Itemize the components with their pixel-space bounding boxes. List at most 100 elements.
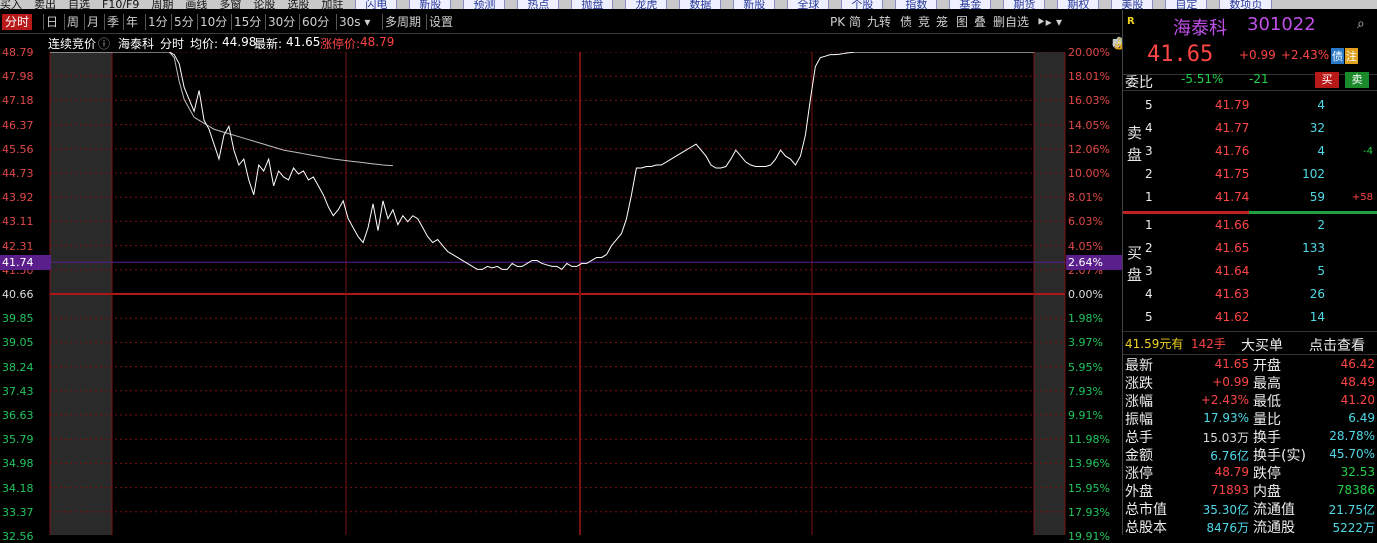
- sell-button[interactable]: 卖: [1345, 72, 1369, 88]
- top-menu-button[interactable]: 热点: [517, 0, 560, 9]
- period-tab[interactable]: 多周期: [385, 14, 421, 30]
- chart-option-button[interactable]: 图: [956, 14, 968, 30]
- period-tab[interactable]: 设置: [429, 14, 453, 30]
- big-order-row[interactable]: 41.59元有 142手 大买单 点击查看: [1123, 333, 1377, 355]
- chart-option-button[interactable]: 叠: [974, 14, 986, 30]
- chart-option-button[interactable]: PK: [830, 14, 845, 30]
- tab-separator: [64, 14, 65, 30]
- ask-level[interactable]: 3 41.76 4 -4: [1123, 142, 1377, 162]
- search-icon[interactable]: ⌕: [1357, 16, 1365, 32]
- bid-level[interactable]: 4 41.63 26: [1123, 285, 1377, 305]
- top-menu-item[interactable]: 多窗: [219, 0, 241, 9]
- top-menu-button[interactable]: 龙虎: [625, 0, 668, 9]
- info-icon[interactable]: ⓘ: [98, 35, 110, 52]
- top-menu-button[interactable]: 新股: [409, 0, 452, 9]
- period-tab[interactable]: 日: [46, 14, 58, 30]
- bid-level[interactable]: 5 41.62 14: [1123, 308, 1377, 328]
- top-menu-item[interactable]: 论股: [253, 0, 275, 9]
- latest-value: 41.65: [286, 35, 321, 49]
- ask-price: 41.77: [1215, 121, 1250, 135]
- top-menu-button[interactable]: 期权: [1057, 0, 1100, 9]
- chart-option-button[interactable]: 删自选: [993, 14, 1029, 30]
- big-order-link[interactable]: 点击查看: [1309, 335, 1365, 355]
- period-tab[interactable]: 15分: [234, 14, 261, 30]
- quote-panel: R 海泰科 301022 ⌕ 41.65 +0.99 +2.43% 债 注 委比…: [1122, 10, 1377, 536]
- bid-price: 41.66: [1215, 218, 1250, 232]
- bid-level[interactable]: 1 41.66 2: [1123, 216, 1377, 236]
- intraday-chart[interactable]: [0, 52, 1120, 535]
- ask-level[interactable]: 5 41.79 4: [1123, 96, 1377, 116]
- pct-tick: 18.01%: [1068, 70, 1110, 84]
- top-menu-item[interactable]: 加註: [321, 0, 343, 9]
- stat-value: +0.99: [1212, 375, 1249, 389]
- period-tab[interactable]: 季: [107, 14, 119, 30]
- top-menu-button[interactable]: 全球: [787, 0, 830, 9]
- pct-tick: 9.91%: [1068, 409, 1103, 422]
- chart-option-button[interactable]: 债: [900, 14, 912, 30]
- top-menu-item[interactable]: 买入: [0, 0, 22, 9]
- top-menu-item[interactable]: F10/F9: [102, 0, 139, 9]
- top-menu-button[interactable]: 抛盘: [571, 0, 614, 9]
- period-tab[interactable]: 10分: [200, 14, 227, 30]
- top-menu-button[interactable]: 指数: [895, 0, 938, 9]
- chart-option-button[interactable]: ⯈▸: [1036, 14, 1052, 30]
- top-menu-item[interactable]: 画线: [185, 0, 207, 9]
- chart-option-button[interactable]: 笼: [936, 14, 948, 30]
- top-menu-button[interactable]: 闪电: [355, 0, 398, 9]
- ask-level[interactable]: 4 41.77 32: [1123, 119, 1377, 139]
- tab-separator: [43, 14, 44, 30]
- top-menu-item[interactable]: 周期: [151, 0, 173, 9]
- top-menu-button[interactable]: 基金: [949, 0, 992, 9]
- period-tab[interactable]: 5分: [174, 14, 194, 30]
- period-tab[interactable]: 分时: [2, 14, 33, 30]
- pct-tick: 15.95%: [1068, 481, 1110, 495]
- top-menu-button[interactable]: 数据: [679, 0, 722, 9]
- top-menu-button[interactable]: 新股: [733, 0, 776, 9]
- bid-level[interactable]: 2 41.65 133: [1123, 239, 1377, 259]
- price-tick: 48.79: [2, 46, 34, 59]
- price-tick: 42.31: [2, 239, 34, 253]
- period-tab[interactable]: 1分: [148, 14, 168, 30]
- pct-tick: 3.97%: [1068, 336, 1103, 350]
- buy-button[interactable]: 买: [1315, 72, 1339, 88]
- stat-value: 17.93%: [1203, 411, 1249, 425]
- ask-level[interactable]: 1 41.74 59 +58: [1123, 188, 1377, 208]
- tab-separator: [104, 14, 105, 30]
- pct-tick: 11.98%: [1068, 433, 1110, 447]
- chart-option-button[interactable]: 竞: [918, 14, 930, 30]
- top-menu-button[interactable]: 个股: [841, 0, 884, 9]
- chart-option-button[interactable]: ▾: [1056, 14, 1062, 30]
- period-tab[interactable]: 月: [87, 14, 99, 30]
- top-menu-item[interactable]: 选股: [287, 0, 309, 9]
- ask-price: 41.75: [1215, 167, 1250, 181]
- stat-label: 内盘: [1253, 484, 1281, 500]
- top-menu-button[interactable]: 自定: [1165, 0, 1208, 9]
- top-menu-item[interactable]: 自选: [68, 0, 90, 9]
- stock-title: 海泰科: [1173, 18, 1227, 39]
- bid-volume: 26: [1309, 287, 1325, 301]
- stat-label: 跌停: [1253, 466, 1281, 482]
- big-order-price: 41.59元有: [1125, 337, 1184, 351]
- period-tab[interactable]: 周: [67, 14, 79, 30]
- price-tick: 34.98: [2, 457, 34, 471]
- period-tab[interactable]: 60分: [302, 14, 329, 30]
- top-menu-button[interactable]: 数项页: [1219, 0, 1273, 9]
- top-menu-button[interactable]: 预测: [463, 0, 506, 9]
- big-order-volume: 142手: [1191, 337, 1226, 351]
- ask-level[interactable]: 2 41.75 102: [1123, 165, 1377, 185]
- period-tab[interactable]: 30分: [268, 14, 295, 30]
- tab-separator: [336, 14, 337, 30]
- stat-row: 金额 6.76亿 换手(实) 45.70%: [1123, 445, 1377, 465]
- bid-level[interactable]: 3 41.64 5: [1123, 262, 1377, 282]
- top-menu-button[interactable]: 美股: [1111, 0, 1154, 9]
- avg-value: 44.98: [222, 35, 257, 49]
- stat-value: 32.53: [1340, 465, 1375, 479]
- chart-option-button[interactable]: 简: [849, 14, 861, 30]
- top-menu-item[interactable]: 卖出: [34, 0, 56, 9]
- chart-option-button[interactable]: 九转: [867, 14, 891, 30]
- stat-value: 21.75亿: [1328, 503, 1375, 517]
- pct-tick: 14.05%: [1068, 118, 1110, 132]
- period-tab[interactable]: 30s ▾: [339, 14, 370, 30]
- top-menu-button[interactable]: 期货: [1003, 0, 1046, 9]
- period-tab[interactable]: 年: [126, 14, 138, 30]
